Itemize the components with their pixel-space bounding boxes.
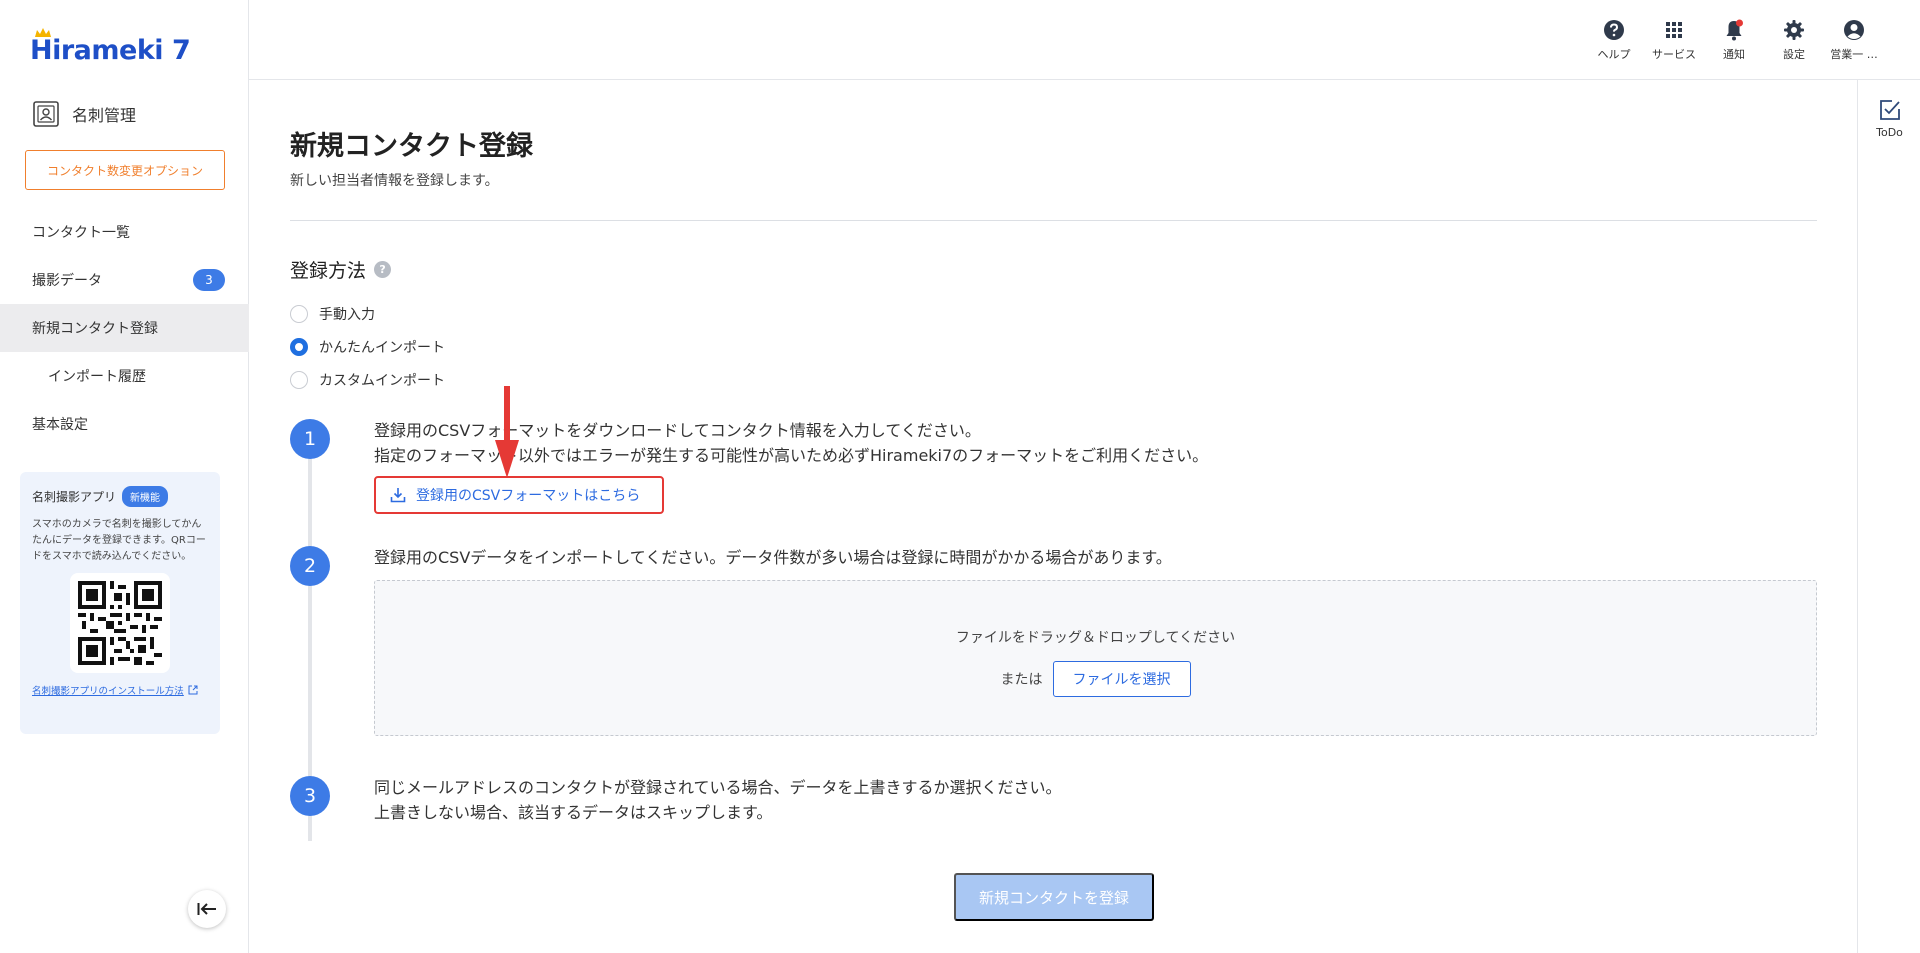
method-section-title: 登録方法 ? [290,256,392,283]
app-card-description: スマホのカメラで名刺を撮影してかんたんにデータを登録できます。QRコードをスマホ… [32,519,206,562]
bell-icon [1726,19,1743,41]
radio-label: カスタムインポート [319,372,445,389]
file-dropzone[interactable]: ファイルをドラッグ＆ドロップしてください または ファイルを選択 [374,580,1817,736]
collapse-sidebar-button[interactable] [188,890,226,928]
services-button[interactable]: サービス [1644,18,1704,62]
sidebar-nav: コンタクト一覧 撮影データ 3 新規コンタクト登録 インポート履歴 基本設定 [0,208,249,448]
contact-option-button[interactable]: コンタクト数変更オプション [25,150,225,190]
step-2-line-1: 登録用のCSVデータをインポートしてください。データ件数が多い場合は登録に時間が… [374,548,1172,567]
sidebar-item-label: 基本設定 [32,417,88,433]
notifications-button[interactable]: 通知 [1704,18,1764,62]
radio-label: 手動入力 [319,306,375,323]
select-file-button[interactable]: ファイルを選択 [1052,661,1191,697]
user-menu-button[interactable]: 営業一 … [1824,18,1884,62]
step-3-line-2: 上書きしない場合、該当するデータはスキップします。 [374,803,773,822]
question-icon[interactable]: ? [374,261,392,278]
radio-circle[interactable] [290,304,308,323]
gear-icon [1784,20,1804,40]
register-contact-button[interactable]: 新規コンタクトを登録 [954,873,1154,921]
step-1-line-1: 登録用のCSVフォーマットをダウンロードしてコンタクト情報を入力してください。 [374,421,981,440]
sidebar-item-label: 新規コンタクト登録 [32,321,158,337]
method-title-label: 登録方法 [290,260,367,282]
radio-easy-import[interactable]: かんたんインポート [290,330,445,363]
user-label: 営業一 … [1830,48,1878,61]
method-radio-group: 手動入力 かんたんインポート カスタムインポート [290,297,445,396]
module-business-card[interactable]: 名刺管理 [32,100,136,128]
qr-code-icon [78,581,162,665]
external-link-icon [188,685,198,695]
user-icon [1844,20,1864,40]
annotation-arrow-icon [495,386,519,478]
app-install-link[interactable]: 名刺撮影アプリのインストール方法 [32,683,208,697]
radio-circle[interactable] [290,337,308,356]
step-3-line-1: 同じメールアドレスのコンタクトが登録されている場合、データを上書きするか選択くだ… [374,778,1062,797]
csv-format-download-link[interactable]: 登録用のCSVフォーマットはこちら [374,476,664,514]
app-promo-card: 名刺撮影アプリ 新機能 スマホのカメラで名刺を撮影してかんたんにデータを登録でき… [20,472,220,734]
header-actions: ヘルプ サービス 通知 設定 営業一 … [1584,18,1884,62]
help-icon [1604,20,1624,40]
notifications-label: 通知 [1723,48,1745,61]
help-label: ヘルプ [1597,48,1631,61]
count-badge: 3 [193,269,225,291]
checkbox-icon [1879,100,1900,120]
download-icon [390,488,406,503]
sidebar-item-contact-list[interactable]: コンタクト一覧 [0,208,249,256]
sidebar-item-label: インポート履歴 [48,369,146,385]
new-feature-badge: 新機能 [122,486,169,507]
dropzone-or: または [1000,672,1043,688]
radio-label: かんたんインポート [319,339,445,356]
csv-link-label: 登録用のCSVフォーマットはこちら [416,488,641,504]
step-number-3: 3 [290,776,330,816]
todo-label: ToDo [1876,126,1903,139]
qr-code [70,573,170,673]
contact-card-icon [33,101,59,127]
sidebar-item-scan-data[interactable]: 撮影データ 3 [0,256,249,304]
radio-circle[interactable] [290,370,308,389]
sidebar-item-new-contact[interactable]: 新規コンタクト登録 [0,304,249,352]
module-label: 名刺管理 [72,106,137,125]
sidebar-item-label: 撮影データ [32,273,102,289]
divider [290,220,1817,221]
dropzone-text: ファイルをドラッグ＆ドロップしてください [955,630,1236,646]
sidebar-item-basic-settings[interactable]: 基本設定 [0,400,249,448]
settings-button[interactable]: 設定 [1764,18,1824,62]
crown-icon [35,28,51,37]
radio-manual-input[interactable]: 手動入力 [290,297,445,330]
logo[interactable]: Hirameki 7 [30,28,191,68]
services-label: サービス [1652,48,1696,61]
grid-icon [1666,22,1682,38]
app-card-title: 名刺撮影アプリ [32,490,117,504]
top-bar: ヘルプ サービス 通知 設定 営業一 … [249,0,1920,80]
page-subtitle: 新しい担当者情報を登録します。 [290,173,499,189]
help-button[interactable]: ヘルプ [1584,18,1644,62]
radio-custom-import[interactable]: カスタムインポート [290,363,445,396]
app-install-link-label: 名刺撮影アプリのインストール方法 [32,686,184,697]
todo-button[interactable]: ToDo [1858,98,1920,139]
sidebar-item-import-history[interactable]: インポート履歴 [0,352,249,400]
collapse-arrow-icon [197,903,216,915]
settings-label: 設定 [1783,48,1805,61]
sidebar: Hirameki 7 名刺管理 コンタクト数変更オプション コンタクト一覧 撮影… [0,0,249,953]
page-title: 新規コンタクト登録 [290,131,533,162]
sidebar-item-label: コンタクト一覧 [32,225,130,241]
logo-text: Hirameki 7 [30,34,191,66]
step-number-1: 1 [290,419,330,459]
right-rail: ToDo [1857,80,1920,953]
step-number-2: 2 [290,546,330,586]
